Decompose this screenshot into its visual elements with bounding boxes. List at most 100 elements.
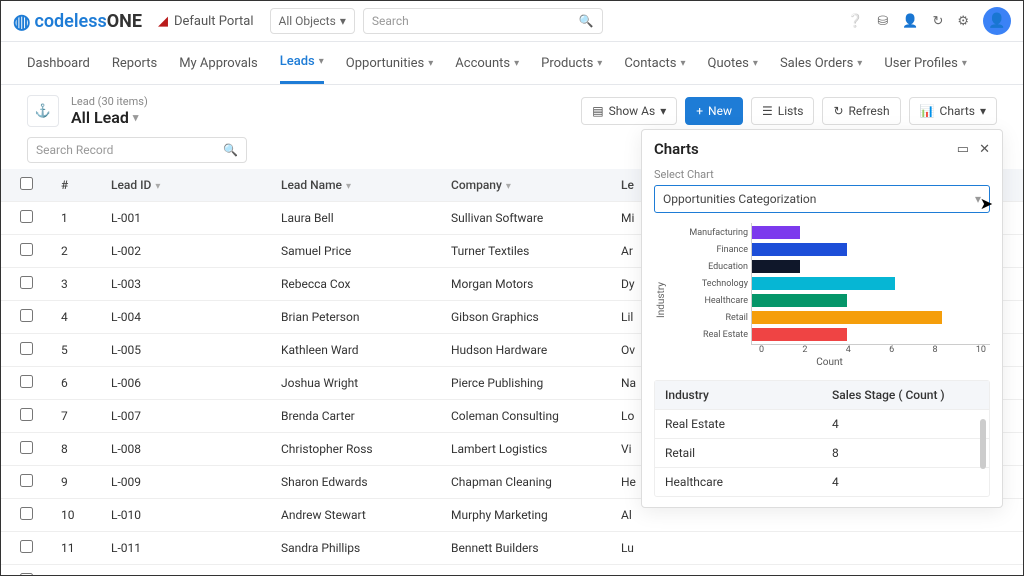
filter-icon: ▾: [155, 181, 160, 192]
user-icon: 👤: [988, 13, 1005, 29]
bar-category: Real Estate: [680, 330, 752, 340]
settings-icon[interactable]: ⚙: [957, 14, 969, 29]
row-checkbox[interactable]: [20, 243, 33, 256]
chevron-down-icon: ▾: [680, 58, 685, 69]
tab-dashboard[interactable]: Dashboard: [27, 42, 90, 84]
chart-panel: Charts ▭ ✕ Select Chart Opportunities Ca…: [641, 129, 1003, 508]
logo-text-2: ONE: [107, 11, 142, 32]
bar: [752, 294, 847, 307]
portal-selector[interactable]: ◢ Default Portal: [150, 10, 262, 33]
expand-icon[interactable]: ▭: [957, 142, 969, 157]
refresh-button[interactable]: ↻Refresh: [822, 97, 900, 125]
logo-text-1: codeless: [34, 11, 106, 32]
cursor-icon: ➤: [980, 194, 993, 213]
tab-accounts[interactable]: Accounts▾: [455, 42, 519, 84]
record-count: Lead (30 items): [71, 95, 148, 108]
charts-button[interactable]: 📊Charts▾: [909, 97, 997, 125]
refresh-icon: ↻: [833, 104, 843, 118]
chevron-down-icon: ▾: [980, 104, 986, 118]
chart-select-dropdown[interactable]: Opportunities Categorization ▾ ➤: [654, 185, 990, 213]
objects-dropdown[interactable]: All Objects ▾: [270, 8, 355, 34]
chevron-down-icon: ▾: [753, 58, 758, 69]
bar-category: Healthcare: [680, 296, 752, 306]
layout-icon: ▤: [592, 104, 603, 118]
chevron-down-icon: ▾: [857, 58, 862, 69]
chart-table-row[interactable]: Healthcare4: [655, 467, 989, 496]
chevron-down-icon: ▾: [319, 56, 324, 67]
row-checkbox[interactable]: [20, 276, 33, 289]
chevron-down-icon: ▾: [428, 58, 433, 69]
show-as-button[interactable]: ▤Show As▾: [581, 97, 677, 125]
col-id[interactable]: Lead ID▾: [101, 170, 271, 200]
bar-category: Finance: [680, 245, 752, 255]
portal-label: Default Portal: [174, 14, 254, 29]
chart-xlabel: Count: [669, 357, 990, 368]
user-add-icon[interactable]: 👤: [902, 14, 918, 29]
chart-table-row[interactable]: Real Estate4: [655, 409, 989, 438]
row-checkbox[interactable]: [20, 408, 33, 421]
caret-icon: ◢: [158, 14, 168, 29]
chart-ylabel: Industry: [654, 223, 669, 376]
list-icon: ☰: [762, 104, 773, 118]
ct-head-industry: Industry: [655, 381, 822, 409]
help-icon[interactable]: ❔: [847, 14, 863, 29]
col-name[interactable]: Lead Name▾: [271, 170, 441, 200]
filter-icon: ▾: [346, 181, 351, 192]
tab-reports[interactable]: Reports: [112, 42, 157, 84]
row-checkbox[interactable]: [20, 342, 33, 355]
search-icon: 🔍: [579, 14, 594, 28]
chevron-down-icon: ▾: [340, 14, 346, 28]
tab-user-profiles[interactable]: User Profiles▾: [884, 42, 967, 84]
chart-table-row[interactable]: Retail8: [655, 438, 989, 467]
bar: [752, 277, 895, 290]
tab-leads[interactable]: Leads▾: [280, 42, 324, 84]
col-company[interactable]: Company▾: [441, 170, 611, 200]
chart-icon: 📊: [920, 104, 935, 118]
chart-selected-value: Opportunities Categorization: [663, 192, 816, 206]
anchor-icon[interactable]: ⚓: [27, 95, 59, 127]
scrollbar[interactable]: [980, 419, 986, 469]
filter-icon: ▾: [506, 181, 511, 192]
global-search[interactable]: Search 🔍: [363, 8, 603, 34]
search-record-input[interactable]: Search Record 🔍: [27, 137, 247, 163]
chevron-down-icon: ▾: [660, 104, 666, 118]
table-row[interactable]: 12L-012Matthew TurnerDawson Distribution…: [1, 565, 1023, 576]
chevron-down-icon: ▾: [975, 192, 981, 206]
bar-category: Manufacturing: [680, 228, 752, 238]
lists-button[interactable]: ☰Lists: [751, 97, 814, 125]
row-checkbox[interactable]: [20, 474, 33, 487]
bar: [752, 260, 800, 273]
bar-category: Education: [680, 262, 752, 272]
tab-quotes[interactable]: Quotes▾: [708, 42, 758, 84]
table-row[interactable]: 11L-011Sandra PhillipsBennett BuildersLu: [1, 532, 1023, 565]
chart-bars: ManufacturingFinanceEducationTechnologyH…: [751, 223, 990, 345]
row-checkbox[interactable]: [20, 441, 33, 454]
chevron-down-icon: ▾: [514, 58, 519, 69]
bar: [752, 311, 942, 324]
tab-contacts[interactable]: Contacts▾: [624, 42, 685, 84]
tab-products[interactable]: Products▾: [541, 42, 602, 84]
col-num[interactable]: #: [51, 170, 101, 200]
row-checkbox[interactable]: [20, 507, 33, 520]
chart-xaxis: 0246810: [759, 345, 986, 355]
bar-category: Retail: [680, 313, 752, 323]
new-button[interactable]: +New: [685, 97, 743, 125]
tab-my-approvals[interactable]: My Approvals: [179, 42, 258, 84]
database-icon[interactable]: ⛁: [877, 14, 888, 29]
avatar[interactable]: 👤: [983, 7, 1011, 35]
chart-data-table: Industry Sales Stage ( Count ) Real Esta…: [654, 380, 990, 497]
row-checkbox[interactable]: [20, 309, 33, 322]
bar: [752, 328, 847, 341]
tab-sales-orders[interactable]: Sales Orders▾: [780, 42, 862, 84]
select-all-checkbox[interactable]: [20, 177, 33, 190]
close-icon[interactable]: ✕: [979, 142, 990, 157]
tab-opportunities[interactable]: Opportunities▾: [346, 42, 434, 84]
list-title[interactable]: All Lead ▾: [71, 108, 148, 127]
search-placeholder: Search: [372, 14, 409, 28]
objects-label: All Objects: [279, 14, 336, 28]
row-checkbox[interactable]: [20, 540, 33, 553]
history-icon[interactable]: ↻: [932, 14, 943, 29]
row-checkbox[interactable]: [20, 210, 33, 223]
row-checkbox[interactable]: [20, 375, 33, 388]
logo[interactable]: ◍ codelessONE: [13, 9, 142, 33]
